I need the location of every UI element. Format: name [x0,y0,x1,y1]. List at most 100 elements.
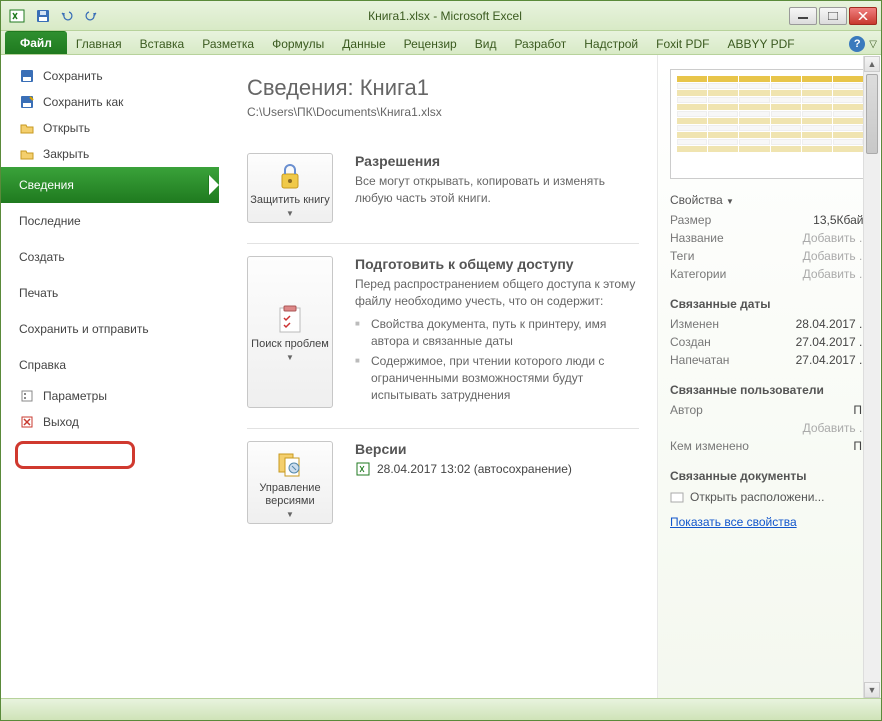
sidebar-label: Параметры [43,389,107,403]
sidebar-item-info[interactable]: Сведения [1,167,219,203]
tab-addins[interactable]: Надстрой [575,33,647,54]
sidebar-label: Выход [43,415,79,429]
show-all-properties-link[interactable]: Показать все свойства [670,515,797,529]
sidebar-item-new[interactable]: Создать [1,239,219,275]
sidebar-label: Создать [19,250,65,264]
sidebar-label: Закрыть [43,147,89,161]
tab-foxit[interactable]: Foxit PDF [647,33,718,54]
sidebar-label: Печать [19,286,58,300]
sidebar-item-close[interactable]: Закрыть [1,141,219,167]
sidebar-item-save[interactable]: Сохранить [1,63,219,89]
folder-close-icon [19,146,35,162]
scroll-up-icon[interactable]: ▲ [864,56,880,72]
tab-review[interactable]: Рецензир [395,33,466,54]
sidebar-item-help[interactable]: Справка [1,347,219,383]
prop-created: Создан27.04.2017 ... [670,333,869,351]
manage-versions-button[interactable]: Управление версиями ▼ [247,441,333,524]
chevron-down-icon: ▼ [726,197,734,206]
save-as-icon [19,94,35,110]
document-thumbnail[interactable] [670,69,870,179]
titlebar: Книга1.xlsx - Microsoft Excel [1,1,881,31]
button-label: Защитить книгу [250,194,330,207]
dropdown-label: Свойства [670,193,723,207]
tab-abbyy[interactable]: ABBYY PDF [718,33,803,54]
prop-size: Размер13,5Кбайт [670,211,869,229]
tab-home[interactable]: Главная [67,33,131,54]
folder-icon [670,490,684,504]
excel-icon [9,8,25,24]
properties-dropdown[interactable]: Свойства ▼ [670,193,869,207]
prepare-heading: Подготовить к общему доступу [355,256,639,272]
backstage-view: Сохранить Сохранить как Открыть Закрыть … [1,55,881,700]
backstage-sidebar: Сохранить Сохранить как Открыть Закрыть … [1,55,219,700]
info-main: Сведения: Книга1 C:\Users\ПК\Documents\К… [219,55,657,700]
sidebar-item-exit[interactable]: Выход [1,409,219,435]
status-bar [1,698,881,720]
check-issues-button[interactable]: Поиск проблем ▼ [247,256,333,408]
sidebar-label: Сохранить и отправить [19,322,149,336]
sidebar-label: Сведения [19,178,74,192]
tab-formulas[interactable]: Формулы [263,33,333,54]
vertical-scrollbar[interactable]: ▲ ▼ [863,56,880,698]
tab-developer[interactable]: Разработ [505,33,575,54]
ribbon-tabs: Файл Главная Вставка Разметка Формулы Да… [1,31,881,55]
versions-heading: Версии [355,441,639,457]
button-label: Поиск проблем [251,338,329,351]
sidebar-label: Последние [19,214,81,228]
prepare-bullet: Содержимое, при чтении которого люди с о… [355,353,639,403]
sidebar-item-open[interactable]: Открыть [1,115,219,141]
docs-heading: Связанные документы [670,469,869,483]
sidebar-item-save-as[interactable]: Сохранить как [1,89,219,115]
save-icon[interactable] [33,6,53,26]
close-button[interactable] [849,7,877,25]
undo-icon[interactable] [57,6,77,26]
open-location-link[interactable]: Открыть расположени... [670,487,869,507]
scroll-down-icon[interactable]: ▼ [864,682,880,698]
help-icon[interactable]: ? [849,36,865,52]
sidebar-item-save-send[interactable]: Сохранить и отправить [1,311,219,347]
permissions-text: Все могут открывать, копировать и изменя… [355,173,639,207]
prop-name[interactable]: НазваниеДобавить ... [670,229,869,247]
quick-access-toolbar [33,6,101,26]
tab-layout[interactable]: Разметка [193,33,263,54]
sidebar-label: Сохранить как [43,95,123,109]
redo-icon[interactable] [81,6,101,26]
button-label: Управление версиями [250,482,330,508]
highlight-annotation [15,441,135,469]
excel-file-icon [355,461,371,477]
section-prepare: Поиск проблем ▼ Подготовить к общему дос… [247,244,639,429]
prop-categories[interactable]: КатегорииДобавить ... [670,265,869,283]
tab-file[interactable]: Файл [5,31,67,54]
ribbon-min-icon[interactable]: ▽ [869,39,877,50]
folder-open-icon [19,120,35,136]
permissions-heading: Разрешения [355,153,639,169]
prop-modified: Изменен28.04.2017 ... [670,315,869,333]
prop-printed: Напечатан27.04.2017 ... [670,351,869,369]
options-icon [19,388,35,404]
section-versions: Управление версиями ▼ Версии 28.04.2017 … [247,429,639,544]
tab-view[interactable]: Вид [466,33,506,54]
version-entry[interactable]: 28.04.2017 13:02 (автосохранение) [355,461,639,477]
sidebar-item-options[interactable]: Параметры [1,383,219,409]
sidebar-item-recent[interactable]: Последние [1,203,219,239]
scrollbar-thumb[interactable] [866,74,878,154]
sidebar-label: Сохранить [43,69,103,83]
chevron-down-icon: ▼ [286,510,294,519]
users-heading: Связанные пользователи [670,383,869,397]
checklist-icon [274,304,306,336]
maximize-button[interactable] [819,7,847,25]
minimize-button[interactable] [789,7,817,25]
sidebar-label: Справка [19,358,66,372]
file-path: C:\Users\ПК\Documents\Книга1.xlsx [247,105,639,119]
chevron-down-icon: ▼ [286,353,294,362]
tab-data[interactable]: Данные [333,33,394,54]
sidebar-item-print[interactable]: Печать [1,275,219,311]
prop-author-add[interactable]: Добавить ... [670,419,869,437]
prop-tags[interactable]: ТегиДобавить ... [670,247,869,265]
section-permissions: Защитить книгу ▼ Разрешения Все могут от… [247,141,639,244]
prepare-bullet: Свойства документа, путь к принтеру, имя… [355,316,639,350]
tab-insert[interactable]: Вставка [131,33,194,54]
protect-workbook-button[interactable]: Защитить книгу ▼ [247,153,333,223]
prepare-text: Перед распространением общего доступа к … [355,276,639,310]
version-label: 28.04.2017 13:02 (автосохранение) [377,462,572,476]
